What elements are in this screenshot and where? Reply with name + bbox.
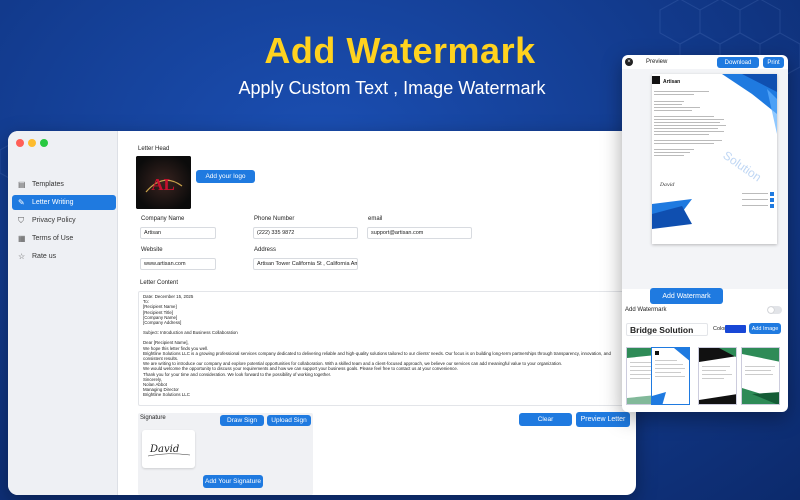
add-signature-button[interactable]: Add Your Signature bbox=[203, 475, 263, 488]
preview-document-area: Artisan Solution David bbox=[622, 69, 788, 289]
preview-title: Preview bbox=[646, 59, 668, 65]
main-window: ▤ Templates ✎ Letter Writing ⛉ Privacy P… bbox=[8, 131, 636, 495]
email-label: email bbox=[368, 216, 383, 222]
add-image-button[interactable]: Add Image bbox=[749, 323, 781, 334]
shield-icon: ⛉ bbox=[18, 215, 24, 225]
preview-letter-button[interactable]: Preview Letter bbox=[576, 412, 630, 427]
close-icon[interactable]: × bbox=[625, 58, 633, 66]
sidebar-item-label: Rate us bbox=[32, 253, 57, 260]
sidebar-item-label: Templates bbox=[32, 181, 64, 188]
preview-letter-page: Artisan Solution David bbox=[652, 74, 777, 244]
svg-text:David: David bbox=[149, 444, 179, 455]
sidebar: ▤ Templates ✎ Letter Writing ⛉ Privacy P… bbox=[8, 131, 118, 495]
logo-preview: AL bbox=[136, 156, 191, 209]
address-field[interactable]: Artisan Tower California St , California… bbox=[253, 258, 358, 270]
letter-line: Brightline Solutions LLC bbox=[143, 392, 190, 398]
letter-head-label: Letter Head bbox=[138, 146, 170, 152]
logo-lettering: AL bbox=[151, 175, 175, 194]
add-logo-button[interactable]: Add your logo bbox=[196, 170, 255, 183]
signature-preview: David bbox=[142, 430, 195, 468]
watermark-color-swatch[interactable] bbox=[725, 325, 746, 333]
address-label: Address bbox=[254, 247, 277, 253]
letter-content-label: Letter Content bbox=[140, 280, 179, 286]
download-button[interactable]: Download bbox=[717, 57, 759, 68]
print-button[interactable]: Print bbox=[763, 57, 784, 68]
watermark-preview-text: Solution bbox=[720, 148, 764, 184]
letter-line: Brightline Solutions LLC is a growing pr… bbox=[143, 350, 611, 362]
sidebar-item-label: Terms of Use bbox=[32, 235, 74, 242]
phone-number-field[interactable]: (222) 335 9872 bbox=[253, 227, 358, 239]
letter-content-textarea[interactable]: Date: December 15, 2025 To: [Recipient N… bbox=[138, 291, 634, 406]
clear-button[interactable]: Clear bbox=[519, 413, 572, 426]
sidebar-nav: ▤ Templates ✎ Letter Writing ⛉ Privacy P… bbox=[12, 177, 116, 267]
company-name-label: Company Name bbox=[141, 216, 185, 222]
star-icon: ☆ bbox=[18, 251, 26, 261]
pencil-icon: ✎ bbox=[18, 197, 25, 207]
window-controls bbox=[16, 139, 48, 147]
sidebar-item-label: Letter Writing bbox=[32, 199, 74, 206]
document-icon: ▦ bbox=[18, 233, 26, 243]
signature-label: Signature bbox=[140, 415, 166, 421]
add-watermark-button[interactable]: Add Watermark bbox=[650, 288, 723, 304]
letter-form: Letter Head AL Add your logo Company Nam… bbox=[126, 131, 636, 495]
sidebar-item-terms-of-use[interactable]: ▦ Terms of Use bbox=[12, 231, 116, 246]
phone-number-label: Phone Number bbox=[254, 216, 295, 222]
doc-signature: David bbox=[659, 182, 675, 188]
preview-panel: × Preview Download Print Artisan Solutio… bbox=[622, 55, 788, 412]
add-watermark-label: Add Watermark bbox=[625, 307, 667, 313]
watermark-text-input[interactable]: Bridge Solution bbox=[626, 323, 708, 336]
website-label: Website bbox=[141, 247, 163, 253]
signature-panel: Signature Draw Sign Upload Sign David Ad… bbox=[138, 413, 313, 495]
company-name-field[interactable]: Artisan bbox=[140, 227, 216, 239]
company-logo-image: AL bbox=[136, 156, 191, 209]
template-thumbnail[interactable] bbox=[698, 347, 737, 405]
close-window-button[interactable] bbox=[16, 139, 24, 147]
minimize-window-button[interactable] bbox=[28, 139, 36, 147]
template-thumbnail-selected[interactable] bbox=[651, 347, 690, 405]
file-icon: ▤ bbox=[18, 179, 26, 189]
draw-sign-button[interactable]: Draw Sign bbox=[220, 415, 264, 426]
signature-image: David bbox=[147, 444, 191, 457]
website-field[interactable]: www.artisan.com bbox=[140, 258, 216, 270]
upload-sign-button[interactable]: Upload Sign bbox=[267, 415, 311, 426]
sidebar-item-privacy-policy[interactable]: ⛉ Privacy Policy bbox=[12, 213, 116, 228]
sidebar-item-letter-writing[interactable]: ✎ Letter Writing bbox=[12, 195, 116, 210]
zoom-window-button[interactable] bbox=[40, 139, 48, 147]
sidebar-item-label: Privacy Policy bbox=[32, 217, 76, 224]
doc-brand-name: Artisan bbox=[663, 79, 680, 85]
sidebar-item-rate-us[interactable]: ☆ Rate us bbox=[12, 249, 116, 264]
watermark-toggle[interactable] bbox=[767, 306, 782, 314]
letter-page-render: Artisan Solution David bbox=[652, 74, 777, 229]
template-thumbnail[interactable] bbox=[741, 347, 780, 405]
sidebar-item-templates[interactable]: ▤ Templates bbox=[12, 177, 116, 192]
email-field[interactable]: support@artisan.com bbox=[367, 227, 472, 239]
